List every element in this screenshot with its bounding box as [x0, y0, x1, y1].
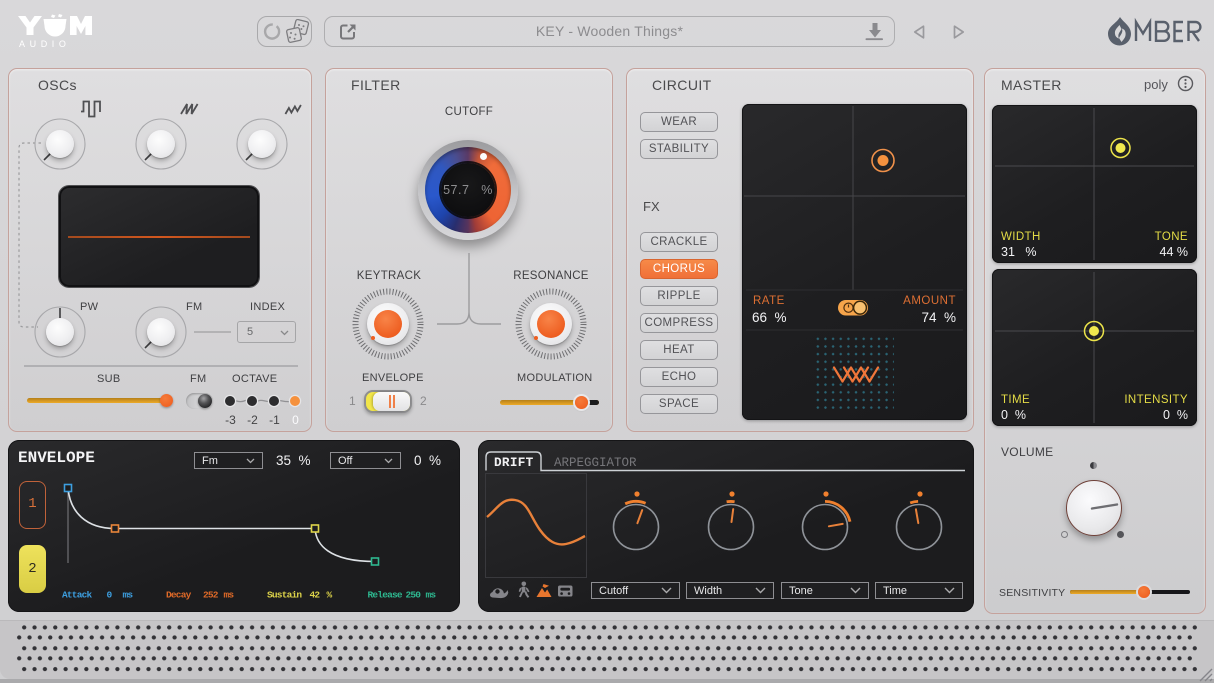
svg-text:Decay: Decay	[166, 590, 192, 601]
svg-text:RATE: RATE	[753, 295, 785, 307]
svg-text:ARPEGGIATOR: ARPEGGIATOR	[554, 456, 637, 470]
svg-text:ms: ms	[426, 590, 437, 601]
svg-text:250: 250	[406, 590, 422, 601]
svg-text:TIME: TIME	[1001, 394, 1030, 406]
svg-text:0: 0	[107, 590, 113, 601]
svg-text:252: 252	[203, 590, 219, 601]
svg-text:44 %: 44 %	[1160, 245, 1189, 259]
svg-text:DRIFT: DRIFT	[494, 455, 534, 470]
svg-text:74 %: 74 %	[921, 310, 956, 325]
svg-text:0 %: 0 %	[1163, 408, 1188, 422]
svg-text:66 %: 66 %	[752, 310, 787, 325]
svg-text:ms: ms	[224, 590, 235, 601]
svg-text:Release: Release	[368, 590, 403, 601]
svg-text:AMOUNT: AMOUNT	[903, 295, 956, 307]
svg-text:Sustain: Sustain	[267, 590, 302, 601]
svg-text:0 %: 0 %	[1001, 408, 1026, 422]
svg-text:31 %: 31 %	[1001, 245, 1036, 259]
svg-text:%: %	[327, 590, 333, 601]
svg-text:ms: ms	[123, 590, 134, 601]
svg-text:Attack: Attack	[62, 590, 93, 601]
svg-text:AUDIO: AUDIO	[19, 39, 71, 49]
svg-text:TONE: TONE	[1155, 231, 1188, 243]
svg-text:WIDTH: WIDTH	[1001, 231, 1041, 243]
svg-text:INTENSITY: INTENSITY	[1124, 394, 1188, 406]
svg-text:42: 42	[310, 590, 321, 601]
